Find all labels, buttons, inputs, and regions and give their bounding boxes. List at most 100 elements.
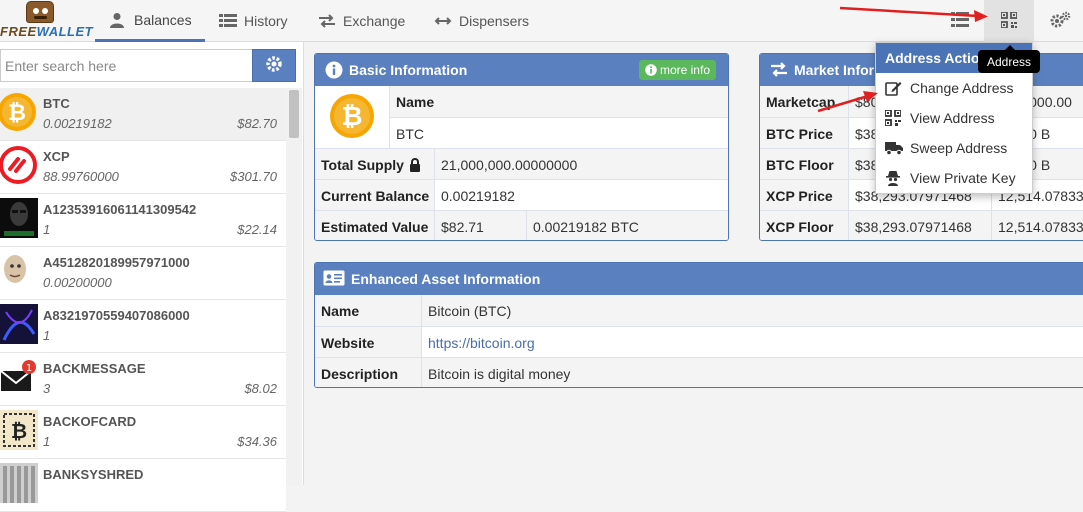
list-icon [219,13,237,29]
name-value-row: BTC [390,117,728,148]
name-label: Name [396,93,435,110]
xcp-floor-usd: $38,293.07971468 [849,211,992,240]
bitcoin-icon: ₿ [329,93,375,142]
enhanced-description-row: Description Bitcoin is digital money [315,357,1083,387]
tab-dispensers[interactable]: Dispensers [434,0,529,42]
asset-row-a4512820189957971000[interactable]: A4512820189957971000 0.00200000 [0,247,286,300]
panel-header: Enhanced Asset Information [315,263,1083,295]
view-private-key-menu-item[interactable]: View Private Key [876,163,1032,193]
settings-button[interactable] [1040,0,1080,42]
asset-row-btc[interactable]: ₿ BTC 0.00219182 $82.70 [0,88,286,141]
asset-row-a12353916061141309542[interactable]: A12353916061141309542 1 $22.14 [0,194,286,247]
asset-row-backofcard[interactable]: ₿ BACKOFCARD 1 $34.36 [0,406,286,459]
asset-value: $22.14 [237,222,277,237]
svg-text:₿: ₿ [341,102,362,132]
counterparty-icon [0,145,38,185]
asset-quantity: 88.99760000 [43,169,119,184]
name-value: BTC [396,125,424,142]
estimated-value-row: Estimated Value $82.71 0.00219182 BTC [315,210,728,240]
asset-quantity: 0.00219182 [43,116,112,131]
matrix-art-icon [0,198,38,238]
asset-row-banksyshred[interactable]: BANKSYSHRED [0,459,286,512]
enhanced-description-value: Bitcoin is digital money [428,365,571,382]
marketcap-label: Marketcap [760,86,849,117]
qrcode-icon [884,109,902,127]
exchange-icon [318,13,336,29]
tab-label: Exchange [343,13,406,29]
asset-row-a8321970559407086000[interactable]: A8321970559407086000 1 [0,300,286,353]
menu-item-label: View Address [910,110,995,126]
search-settings-button[interactable] [252,49,296,82]
more-info-label: more info [659,63,710,77]
asset-row-backmessage[interactable]: 1 BACKMESSAGE 3 $8.02 [0,353,286,406]
asset-name: XCP [43,149,70,164]
user-icon [109,12,127,28]
info-circle-icon [325,61,343,79]
enhanced-website-cell: https://bitcoin.org [422,327,1083,358]
top-navbar: FREEWALLET Balances History Exchange Dis… [0,0,1083,42]
sweep-address-menu-item[interactable]: Sweep Address [876,133,1032,163]
edit-icon [885,80,902,96]
btc-floor-label: BTC Floor [760,149,849,180]
tab-label: Balances [134,11,192,28]
asset-name: A12353916061141309542 [43,202,197,217]
info-circle-icon [645,64,657,76]
spy-icon [885,170,902,186]
dark-art-icon [0,304,38,344]
enhanced-description-label: Description [315,358,422,387]
tab-exchange[interactable]: Exchange [318,0,405,42]
panel-title: Market Infor [794,62,875,78]
tab-label: History [244,13,288,29]
asset-name: A4512820189957971000 [43,255,190,270]
lock-icon [409,157,421,172]
list-icon [951,12,969,30]
truck-icon [885,140,903,156]
asset-row-xcp[interactable]: XCP 88.99760000 $301.70 [0,141,286,194]
estimated-value-label: Estimated Value [315,211,435,240]
panel-title: Enhanced Asset Information [351,271,541,287]
asset-value: $301.70 [230,169,277,184]
envelope-notification-icon: 1 [0,357,38,397]
tab-balances[interactable]: Balances [95,0,205,42]
freewallet-logo[interactable]: FREEWALLET [0,0,93,42]
total-supply-label: Total Supply [315,149,435,180]
basic-information-panel: Basic Information more info ₿ Name BTC T… [314,53,729,241]
change-address-menu-item[interactable]: Change Address [876,73,1032,103]
meme-face-icon [0,251,38,291]
svg-text:₿: ₿ [8,101,26,126]
bitcoin-icon: ₿ [0,92,38,132]
enhanced-name-value: Bitcoin (BTC) [428,302,512,319]
website-link[interactable]: https://bitcoin.org [428,335,535,351]
bitcoin-card-icon: ₿ [0,410,38,450]
view-address-menu-item[interactable]: View Address [876,103,1032,133]
btc-price-label: BTC Price [760,118,849,149]
enhanced-website-row: Website https://bitcoin.org [315,326,1083,358]
asset-quantity: 1 [43,328,51,343]
exchange-icon [770,61,788,79]
estimated-value-btc: 0.00219182 BTC [533,218,639,235]
asset-list-scrollbar[interactable] [286,88,302,485]
enhanced-name-label: Name [315,295,422,326]
enhanced-asset-information-panel: Enhanced Asset Information Name Bitcoin … [314,262,1083,388]
address-qrcode-button[interactable] [984,0,1034,42]
tab-label: Dispensers [459,13,530,29]
asset-value: $34.36 [237,434,277,449]
id-card-icon [323,270,345,288]
asset-sidebar: ₿ BTC 0.00219182 $82.70 XCP 88.99760000 … [0,42,304,512]
arrows-horizontal-icon [434,13,452,29]
enhanced-name-row: Name Bitcoin (BTC) [315,295,1083,326]
scrollbar-thumb[interactable] [289,90,299,138]
asset-name: BANKSYSHRED [43,467,144,482]
asset-name: BACKMESSAGE [43,361,146,376]
search-input[interactable] [0,49,253,82]
total-supply-row: Total Supply 21,000,000.00000000 [315,148,728,180]
svg-text:₿: ₿ [11,419,27,443]
qrcode-icon [1000,10,1018,31]
more-info-button[interactable]: more info [638,60,716,80]
list-view-button[interactable] [940,0,980,42]
enhanced-website-label: Website [315,327,422,358]
asset-quantity: 1 [43,222,51,237]
name-header-row: Name [390,86,728,117]
tab-history[interactable]: History [219,0,288,42]
asset-name: BTC [43,96,70,111]
